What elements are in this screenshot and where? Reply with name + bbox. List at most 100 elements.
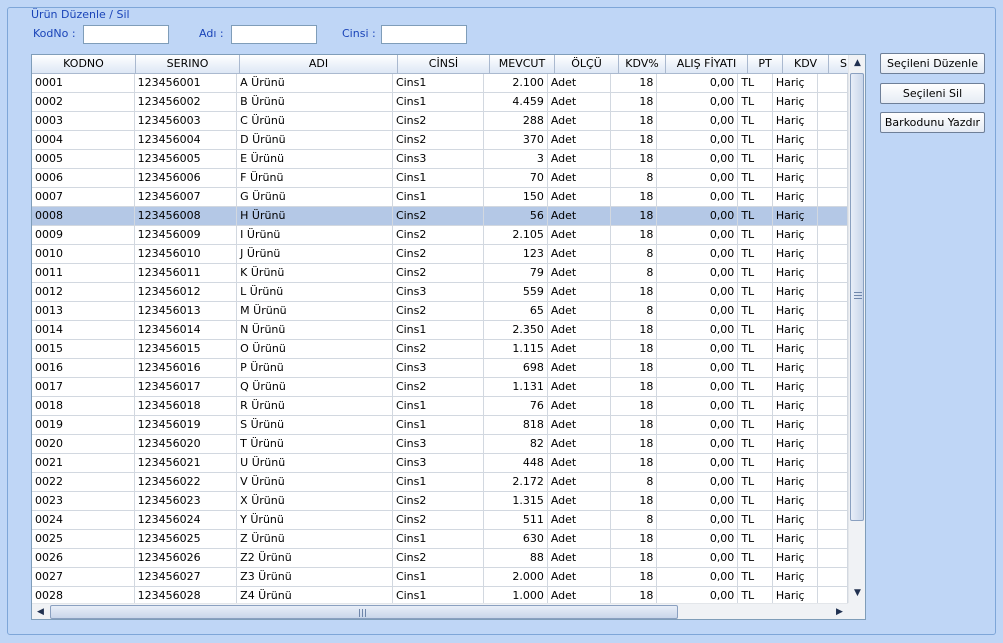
- table-row[interactable]: 0003 123456003 C Ürünü Cins2 288 Adet 18 0,00 TL…: [32, 112, 848, 131]
- vertical-scroll-thumb[interactable]: [850, 73, 864, 521]
- table-cell: 0018: [32, 397, 135, 416]
- table-cell: 0,00: [657, 74, 739, 93]
- column-header[interactable]: ALIŞ FİYATI: [666, 55, 748, 74]
- table-cell: 0007: [32, 188, 135, 207]
- scroll-down-icon[interactable]: ▼: [849, 585, 865, 602]
- table-row[interactable]: 0001 123456001 A Ürünü Cins1 2.100 Adet 18 0,00…: [32, 74, 848, 93]
- table-row[interactable]: 0021 123456021 U Ürünü Cins3 448 Adet 18 0,00 TL…: [32, 454, 848, 473]
- adi-input[interactable]: [231, 25, 317, 44]
- table-cell: Cins2: [392, 492, 484, 511]
- table-cell: Hariç: [772, 340, 819, 359]
- table-cell: G Ürünü: [237, 188, 393, 207]
- scroll-right-icon[interactable]: ▶: [831, 604, 848, 619]
- column-header[interactable]: MEVCUT: [490, 55, 555, 74]
- table-cell: Hariç: [772, 93, 819, 112]
- table-cell: Cins3: [392, 435, 484, 454]
- table-row[interactable]: 0010 123456010 J Ürünü Cins2 123 Adet 8 0,00 TL H…: [32, 245, 848, 264]
- table-cell: 123456019: [134, 416, 238, 435]
- table-row[interactable]: 0014 123456014 N Ürünü Cins1 2.350 Adet 18 0,00…: [32, 321, 848, 340]
- column-header[interactable]: ÖLÇÜ: [555, 55, 619, 74]
- table-cell: M Ürünü: [237, 302, 393, 321]
- table-cell: 0019: [32, 416, 135, 435]
- table-row[interactable]: 0017 123456017 Q Ürünü Cins2 1.131 Adet 18 0,00…: [32, 378, 848, 397]
- table-cell-empty: [818, 587, 848, 603]
- table-row[interactable]: 0023 123456023 X Ürünü Cins2 1.315 Adet 18 0,00…: [32, 492, 848, 511]
- table-cell: Adet: [547, 131, 611, 150]
- table-cell: 0020: [32, 435, 135, 454]
- column-header[interactable]: ADI: [240, 55, 398, 74]
- table-cell: TL: [738, 188, 773, 207]
- column-header[interactable]: KDV: [783, 55, 829, 74]
- table-row[interactable]: 0013 123456013 M Ürünü Cins2 65 Adet 8 0,00 TL Ha…: [32, 302, 848, 321]
- table-cell: 0022: [32, 473, 135, 492]
- table-row[interactable]: 0026 123456026 Z2 Ürünü Cins2 88 Adet 18 0,00 TL…: [32, 549, 848, 568]
- grid-body[interactable]: 0001 123456001 A Ürünü Cins1 2.100 Adet 18 0,00…: [32, 74, 848, 603]
- scroll-left-icon[interactable]: ◀: [32, 604, 49, 619]
- column-header[interactable]: KDV%: [619, 55, 666, 74]
- table-cell-empty: [818, 492, 848, 511]
- table-cell: Adet: [547, 435, 611, 454]
- table-cell: 0006: [32, 169, 135, 188]
- table-cell-empty: [818, 397, 848, 416]
- table-row[interactable]: 0024 123456024 Y Ürünü Cins2 511 Adet 8 0,00 TL H…: [32, 511, 848, 530]
- table-cell: TL: [738, 511, 773, 530]
- table-cell: 630: [483, 530, 548, 549]
- edit-selected-button[interactable]: Seçileni Düzenle: [880, 53, 985, 74]
- table-row[interactable]: 0028 123456028 Z4 Ürünü Cins1 1.000 Adet 18 0,0…: [32, 587, 848, 603]
- column-header[interactable]: PT: [748, 55, 783, 74]
- table-cell: TL: [738, 416, 773, 435]
- table-cell: 1.131: [483, 378, 548, 397]
- kodno-input[interactable]: [83, 25, 169, 44]
- table-cell: 123456011: [134, 264, 238, 283]
- table-row-selected[interactable]: 0008 123456008 H Ürünü Cins2 56 Adet 18 0,00 TL H…: [32, 207, 848, 226]
- scroll-up-icon[interactable]: ▲: [849, 55, 865, 72]
- print-barcode-button[interactable]: Barkodunu Yazdır: [880, 112, 985, 133]
- table-row[interactable]: 0016 123456016 P Ürünü Cins3 698 Adet 18 0,00 TL…: [32, 359, 848, 378]
- column-header[interactable]: CİNSİ: [398, 55, 490, 74]
- table-row[interactable]: 0007 123456007 G Ürünü Cins1 150 Adet 18 0,00 TL…: [32, 188, 848, 207]
- table-row[interactable]: 0025 123456025 Z Ürünü Cins1 630 Adet 18 0,00 TL…: [32, 530, 848, 549]
- table-cell: 18: [611, 568, 658, 587]
- table-cell: Hariç: [772, 530, 819, 549]
- table-cell: Hariç: [772, 131, 819, 150]
- table-cell: 76: [483, 397, 548, 416]
- table-row[interactable]: 0018 123456018 R Ürünü Cins1 76 Adet 18 0,00 TL H…: [32, 397, 848, 416]
- table-cell: 0,00: [657, 549, 739, 568]
- table-cell: Q Ürünü: [237, 378, 393, 397]
- table-cell: Cins2: [392, 264, 484, 283]
- table-row[interactable]: 0027 123456027 Z3 Ürünü Cins1 2.000 Adet 18 0,0…: [32, 568, 848, 587]
- delete-selected-button[interactable]: Seçileni Sil: [880, 83, 985, 104]
- table-cell-empty: [818, 226, 848, 245]
- table-row[interactable]: 0022 123456022 V Ürünü Cins1 2.172 Adet 8 0,00 T…: [32, 473, 848, 492]
- table-cell: TL: [738, 321, 773, 340]
- table-row[interactable]: 0006 123456006 F Ürünü Cins1 70 Adet 8 0,00 TL Ha…: [32, 169, 848, 188]
- table-row[interactable]: 0020 123456020 T Ürünü Cins3 82 Adet 18 0,00 TL H…: [32, 435, 848, 454]
- table-cell-empty: [818, 378, 848, 397]
- products-grid[interactable]: KODNO SERINO ADI CİNSİ MEVCUT ÖLÇÜ KDV% ALIŞ Fİ…: [31, 54, 866, 620]
- horizontal-scrollbar[interactable]: ◀ ▶: [32, 603, 848, 619]
- table-row[interactable]: 0015 123456015 O Ürünü Cins2 1.115 Adet 18 0,00…: [32, 340, 848, 359]
- table-row[interactable]: 0011 123456011 K Ürünü Cins2 79 Adet 8 0,00 TL Ha…: [32, 264, 848, 283]
- table-cell: 123: [483, 245, 548, 264]
- table-row[interactable]: 0004 123456004 D Ürünü Cins2 370 Adet 18 0,00 TL…: [32, 131, 848, 150]
- table-row[interactable]: 0019 123456019 S Ürünü Cins1 818 Adet 18 0,00 TL…: [32, 416, 848, 435]
- column-header[interactable]: SERINO: [136, 55, 240, 74]
- table-cell: Adet: [547, 397, 611, 416]
- table-cell: 0,00: [657, 93, 739, 112]
- cinsi-input[interactable]: [381, 25, 467, 44]
- table-cell: P Ürünü: [237, 359, 393, 378]
- table-cell: Adet: [547, 245, 611, 264]
- table-row[interactable]: 0012 123456012 L Ürünü Cins3 559 Adet 18 0,00 TL…: [32, 283, 848, 302]
- horizontal-scroll-thumb[interactable]: [50, 605, 678, 619]
- table-row[interactable]: 0009 123456009 I Ürünü Cins2 2.105 Adet 18 0,00…: [32, 226, 848, 245]
- table-row[interactable]: 0002 123456002 B Ürünü Cins1 4.459 Adet 18 0,00…: [32, 93, 848, 112]
- vertical-scrollbar[interactable]: ▲ ▼: [848, 55, 865, 603]
- table-cell: 370: [483, 131, 548, 150]
- table-cell: TL: [738, 530, 773, 549]
- table-cell-empty: [818, 473, 848, 492]
- table-row[interactable]: 0005 123456005 E Ürünü Cins3 3 Adet 18 0,00 TL Ha…: [32, 150, 848, 169]
- table-cell: Hariç: [772, 112, 819, 131]
- table-cell: 0010: [32, 245, 135, 264]
- table-cell: 18: [611, 93, 658, 112]
- column-header[interactable]: KODNO: [32, 55, 136, 74]
